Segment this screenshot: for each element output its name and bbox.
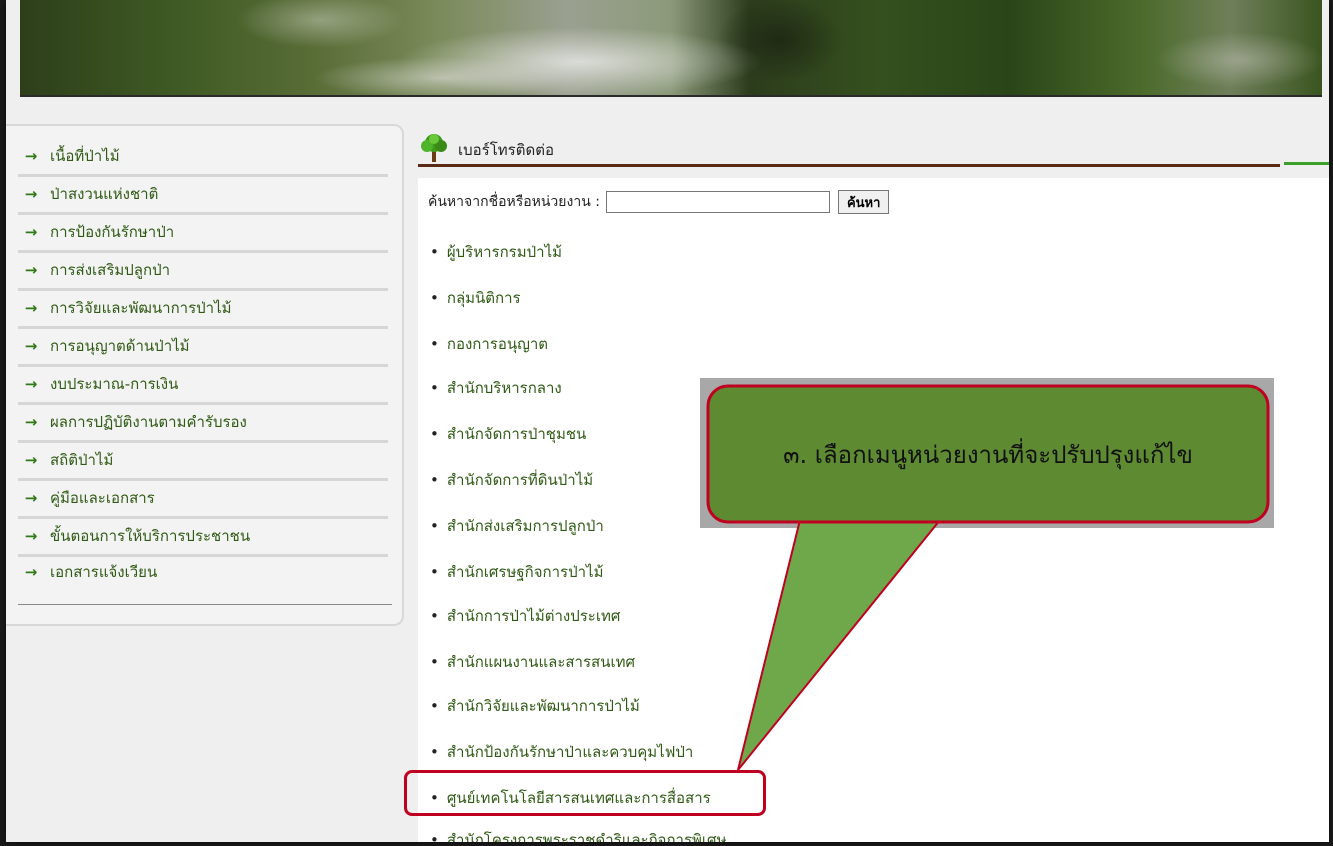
sidebar-item-label: การส่งเสริมปลูกป่า [50,261,171,279]
header-underline [418,164,1280,167]
search-label: ค้นหาจากชื่อหรือหน่วยงาน : [428,194,600,210]
arrow-right-icon: → [24,489,38,507]
arrow-right-icon: → [24,261,38,279]
sidebar-item-label: สถิติป่าไม้ [50,451,114,469]
unit-label: สำนักแผนงานและสารสนเทศ [446,653,635,671]
arrow-right-icon: → [24,299,38,317]
bullet-icon: • [430,743,439,761]
sidebar-menu: → เนื้อที่ป่าไม้ → ป่าสงวนแห่งชาติ → การป้อ… [6,124,404,626]
arrow-right-icon: → [24,375,38,393]
arrow-right-icon: → [24,185,38,203]
unit-link-executives[interactable]: • ผู้บริหารกรมป่าไม้ [430,240,562,264]
unit-label: สำนักป้องกันรักษาป่าและควบคุมไฟป่า [446,743,694,761]
bullet-icon: • [430,471,439,489]
sidebar-item-circulars[interactable]: → เอกสารแจ้งเวียน [18,554,388,590]
sidebar-item-manuals-documents[interactable]: → คู่มือและเอกสาร [18,480,388,519]
arrow-right-icon: → [24,223,38,241]
sidebar-item-label: ผลการปฏิบัติงานตามคำรับรอง [50,413,247,431]
section-header: เบอร์โทรติดต่อ [412,124,1329,172]
unit-link-reforestation-promotion[interactable]: • สำนักส่งเสริมการปลูกป่า [430,514,604,538]
sidebar-item-label: เอกสารแจ้งเวียน [50,563,158,581]
arrow-right-icon: → [24,563,38,581]
arrow-right-icon: → [24,413,38,431]
header-underline-accent [1284,162,1329,165]
arrow-right-icon: → [24,451,38,469]
sidebar-item-national-reserved-forest[interactable]: → ป่าสงวนแห่งชาติ [18,176,388,215]
unit-link-planning-information[interactable]: • สำนักแผนงานและสารสนเทศ [430,650,635,674]
unit-label: สำนักโครงการพระราชดำริและกิจการพิเศษ [446,831,727,842]
sidebar-item-performance[interactable]: → ผลการปฏิบัติงานตามคำรับรอง [18,404,388,443]
unit-link-forest-economics[interactable]: • สำนักเศรษฐกิจการป่าไม้ [430,560,603,584]
search-row: ค้นหาจากชื่อหรือหน่วยงาน : ค้นหา [428,190,890,214]
unit-link-royal-projects[interactable]: • สำนักโครงการพระราชดำริและกิจการพิเศษ [430,828,726,842]
unit-link-forest-land[interactable]: • สำนักจัดการที่ดินป่าไม้ [430,468,593,492]
arrow-right-icon: → [24,147,38,165]
unit-link-community-forest[interactable]: • สำนักจัดการป่าชุมชน [430,422,586,446]
unit-link-permits-division[interactable]: • กองการอนุญาต [430,332,548,356]
sidebar-item-public-services[interactable]: → ขั้นตอนการให้บริการประชาชน [18,518,388,557]
unit-label: สำนักบริหารกลาง [446,379,562,397]
sidebar-item-label: ป่าสงวนแห่งชาติ [50,185,159,203]
unit-label: สำนักจัดการป่าชุมชน [446,425,587,443]
bullet-icon: • [430,697,439,715]
unit-link-international-forestry[interactable]: • สำนักการป่าไม้ต่างประเทศ [430,604,620,628]
unit-link-forest-research[interactable]: • สำนักวิจัยและพัฒนาการป่าไม้ [430,694,640,718]
tree-icon [421,134,447,162]
bullet-icon: • [430,425,439,443]
unit-link-central-admin[interactable]: • สำนักบริหารกลาง [430,376,562,400]
unit-link-ict-center[interactable]: • ศูนย์เทคโนโลยีสารสนเทศและการสื่อสาร [430,786,711,810]
sidebar-item-forest-research[interactable]: → การวิจัยและพัฒนาการป่าไม้ [18,290,388,329]
header-banner-image [20,0,1322,97]
directory-panel: ค้นหาจากชื่อหรือหน่วยงาน : ค้นหา • ผู้บริ… [418,178,1329,842]
bullet-icon: • [430,379,439,397]
sidebar-item-forest-permits[interactable]: → การอนุญาตด้านป่าไม้ [18,328,388,367]
bullet-icon: • [430,653,439,671]
callout-text: ๓. เลือกเมนูหน่วยงานที่จะปรับปรุงแก้ไข [783,441,1193,469]
bullet-icon: • [430,563,439,581]
bullet-icon: • [430,243,439,261]
search-input[interactable] [605,191,830,213]
arrow-right-icon: → [24,337,38,355]
sidebar-item-budget-finance[interactable]: → งบประมาณ-การเงิน [18,366,388,405]
bullet-icon: • [430,831,439,842]
bullet-icon: • [430,289,439,307]
unit-label: สำนักส่งเสริมการปลูกป่า [446,517,604,535]
page-title: เบอร์โทรติดต่อ [458,141,554,159]
bullet-icon: • [430,789,439,807]
sidebar-item-forest-area[interactable]: → เนื้อที่ป่าไม้ [18,138,388,177]
search-button[interactable]: ค้นหา [837,190,890,214]
sidebar-divider [18,604,392,605]
main-content: เบอร์โทรติดต่อ ค้นหาจากชื่อหรือหน่วยงาน … [412,124,1329,842]
unit-link-forest-fire-control[interactable]: • สำนักป้องกันรักษาป่าและควบคุมไฟป่า [430,740,693,764]
sidebar-item-label: เนื้อที่ป่าไม้ [50,147,120,165]
unit-label: กลุ่มนิติการ [446,289,521,307]
unit-label: กองการอนุญาต [446,335,549,353]
unit-label: ศูนย์เทคโนโลยีสารสนเทศและการสื่อสาร [446,789,711,807]
sidebar-item-reforestation[interactable]: → การส่งเสริมปลูกป่า [18,252,388,291]
arrow-right-icon: → [24,527,38,545]
bullet-icon: • [430,517,439,535]
browser-page: → เนื้อที่ป่าไม้ → ป่าสงวนแห่งชาติ → การป้อ… [6,0,1329,842]
sidebar-item-forest-statistics[interactable]: → สถิติป่าไม้ [18,442,388,481]
sidebar-item-label: งบประมาณ-การเงิน [50,375,179,393]
sidebar-item-label: การป้องกันรักษาป่า [50,223,175,241]
sidebar-item-label: การอนุญาตด้านป่าไม้ [50,337,190,355]
unit-label: ผู้บริหารกรมป่าไม้ [446,243,562,261]
bullet-icon: • [430,335,439,353]
unit-link-legal-affairs[interactable]: • กลุ่มนิติการ [430,286,521,310]
sidebar-item-label: การวิจัยและพัฒนาการป่าไม้ [50,299,232,317]
unit-label: สำนักเศรษฐกิจการป่าไม้ [446,563,604,581]
sidebar-item-label: คู่มือและเอกสาร [50,489,155,507]
unit-label: สำนักวิจัยและพัฒนาการป่าไม้ [446,697,640,715]
unit-label: สำนักจัดการที่ดินป่าไม้ [446,471,594,489]
unit-label: สำนักการป่าไม้ต่างประเทศ [446,607,621,625]
sidebar-item-forest-protection[interactable]: → การป้องกันรักษาป่า [18,214,388,253]
bullet-icon: • [430,607,439,625]
sidebar-item-label: ขั้นตอนการให้บริการประชาชน [50,527,251,545]
